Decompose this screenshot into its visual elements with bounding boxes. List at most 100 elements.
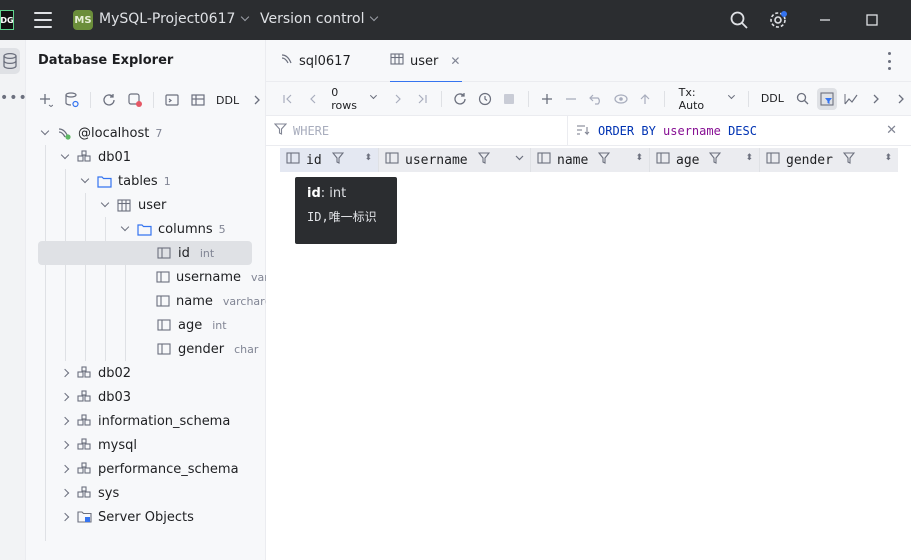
revert-icon[interactable] [586,88,607,110]
sort-toggle-icon[interactable]: ⬍ [635,153,643,163]
filter-icon[interactable] [709,152,722,168]
filter-icon[interactable] [842,152,856,168]
previous-page-icon[interactable] [303,88,324,110]
node-label: db01 [98,149,132,165]
tree-node-performance-schema[interactable]: performance_schema [38,457,266,481]
ddl-button[interactable]: DDL [759,92,786,105]
expand-arrow-icon[interactable] [58,416,72,426]
tree-node-information-schema[interactable]: information_schema [38,409,266,433]
sort-toggle-icon[interactable]: ⬍ [364,153,372,163]
order-by-input[interactable]: ORDER BY username DESC [567,116,757,146]
filter-icon[interactable] [331,152,344,168]
main-menu-button[interactable] [34,12,52,28]
chevron-right-icon[interactable] [866,88,887,110]
expand-arrow-icon[interactable] [118,222,132,232]
sort-toggle-icon[interactable]: ⬍ [745,153,753,163]
stop-icon[interactable] [499,88,520,110]
last-page-icon[interactable] [412,88,433,110]
disconnect-icon[interactable] [125,90,145,110]
delete-row-icon[interactable] [561,88,582,110]
database-tool-icon[interactable] [0,48,20,74]
submit-icon[interactable] [635,88,656,110]
app-logo: DG [0,10,14,30]
expand-arrow-icon[interactable] [58,368,72,378]
tree-node-db02[interactable]: db02 [38,361,266,385]
column-header-id[interactable]: id ⬍ [280,148,379,172]
tree-node-column-gender[interactable]: gender char [38,337,266,361]
search-icon[interactable] [727,8,751,32]
tree-node-columns[interactable]: columns 5 [38,217,266,241]
query-console-icon[interactable] [162,90,182,110]
column-header-username[interactable]: username [379,148,531,172]
tree-node-column-username[interactable]: username varc [38,265,275,289]
reload-icon[interactable] [450,88,471,110]
where-filter-input[interactable]: WHERE [273,123,329,138]
expand-arrow-icon[interactable] [58,512,72,522]
node-label: user [138,197,167,213]
project-selector[interactable]: MySQL-Project0617 [99,11,250,27]
column-name: gender [178,341,225,357]
expand-arrow-icon[interactable] [98,198,112,208]
add-icon[interactable] [36,90,56,110]
tree-node-column-age[interactable]: age int [38,313,266,337]
expand-arrow-icon[interactable] [58,440,72,450]
table-editor-icon[interactable] [188,90,208,110]
tab-sql0617[interactable]: sql0617 [280,40,351,82]
refresh-icon[interactable] [99,90,119,110]
search-icon[interactable] [792,88,813,110]
column-tooltip: id: int ID,唯一标识 [295,177,397,244]
expand-arrow-icon[interactable] [38,126,52,136]
tree-node-tables[interactable]: tables 1 [38,169,266,193]
tab-user[interactable]: user ✕ [390,40,463,83]
close-icon[interactable]: ✕ [450,54,460,68]
settings-gear-icon[interactable] [766,8,790,32]
expand-arrow-icon[interactable] [58,392,72,402]
first-page-icon[interactable] [278,88,299,110]
filter-icon[interactable] [477,152,490,168]
tab-label: user [410,53,439,69]
tree-node-user-table[interactable]: user [38,193,266,217]
version-control-menu[interactable]: Version control [260,11,379,27]
chevron-right-icon[interactable] [890,88,911,110]
expand-arrow-icon[interactable] [58,488,72,498]
schema-icon [76,437,92,453]
ddl-button[interactable]: DDL [214,94,241,107]
tree-node-sys[interactable]: sys [38,481,266,505]
schema-icon [76,365,92,381]
column-header-gender[interactable]: gender ⬍ [760,148,898,172]
transaction-mode-selector[interactable]: Tx: Auto [679,86,735,112]
tree-node-db01[interactable]: db01 [38,145,266,169]
data-source-properties-icon[interactable] [62,90,82,110]
tree-node-column-name[interactable]: name varchar(5 [38,289,276,313]
chevron-right-icon[interactable] [247,90,267,110]
page-size-selector[interactable]: 0 rows [331,86,377,112]
tree-node-column-id[interactable]: id int [38,241,252,265]
schema-icon [76,149,92,165]
filter-toggle-icon[interactable] [816,87,838,110]
sort-descending-icon[interactable] [515,153,524,165]
history-icon[interactable] [474,88,495,110]
sort-toggle-icon[interactable]: ⬍ [884,153,892,163]
column-header-name[interactable]: name ⬍ [531,148,650,172]
filter-icon[interactable] [598,152,611,168]
next-page-icon[interactable] [388,88,409,110]
more-options-icon[interactable] [887,52,891,70]
tree-node-db03[interactable]: db03 [38,385,266,409]
tree-node-localhost[interactable]: @localhost 7 [38,121,266,145]
column-header-age[interactable]: age ⬍ [650,148,760,172]
tree-node-mysql[interactable]: mysql [38,433,266,457]
add-row-icon[interactable] [537,88,558,110]
node-label: db03 [98,389,132,405]
preview-changes-icon[interactable] [610,88,631,110]
expand-arrow-icon[interactable] [58,150,72,160]
minimize-icon[interactable] [813,8,837,32]
more-icon[interactable]: ••• [0,90,27,106]
filter-icon [273,123,288,138]
tree-node-server-objects[interactable]: Server Objects [38,505,266,529]
expand-arrow-icon[interactable] [58,464,72,474]
close-icon[interactable]: ✕ [886,123,897,138]
chart-icon[interactable] [841,88,862,110]
maximize-icon[interactable] [860,8,884,32]
expand-arrow-icon[interactable] [78,174,92,184]
node-label: mysql [98,437,137,453]
